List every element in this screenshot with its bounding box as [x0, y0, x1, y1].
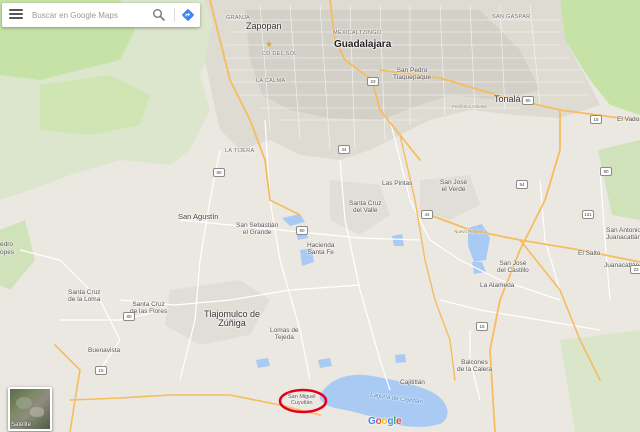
- place-label-guadalajara[interactable]: Guadalajara: [334, 39, 391, 51]
- satellite-thumbnail: [30, 407, 44, 417]
- logo-letter: e: [395, 416, 402, 427]
- search-box: [2, 3, 200, 27]
- route-shield: 131: [582, 210, 594, 219]
- place-label: Santa Cruz de las Flores: [130, 301, 168, 315]
- logo-letter: G: [368, 416, 376, 427]
- place-label: CD DEL SOL: [262, 51, 298, 57]
- place-label: San Sebastián el Grande: [236, 222, 279, 236]
- place-label: El Vado: [617, 116, 640, 123]
- place-label: San José el Verde: [440, 179, 468, 193]
- place-label-tlajomulco: Tlajomulco de Zúñiga: [204, 309, 261, 329]
- place-label: Las Pintas: [382, 180, 413, 187]
- route-shield: 80: [123, 312, 135, 321]
- road-label: Nuevo Periférico: [454, 229, 488, 234]
- menu-icon[interactable]: [9, 9, 23, 21]
- water-body: [395, 354, 406, 363]
- route-shield: 44: [421, 210, 433, 219]
- place-label-partial: edro: [0, 241, 14, 248]
- place-label: Balcones de la Calera: [457, 359, 493, 373]
- place-label: SAN GASPAR: [492, 14, 531, 20]
- place-label: San Antonio Juanacatlán: [606, 227, 640, 241]
- route-shield: 23: [630, 265, 640, 274]
- place-label: Buenavista: [88, 347, 121, 354]
- place-label: El Salto: [578, 250, 601, 257]
- road-label: Periférico Oriente: [452, 104, 488, 109]
- search-input[interactable]: [32, 6, 144, 24]
- place-label-zapopan: Zapopan: [246, 21, 282, 31]
- place-label: LA CALMA: [256, 78, 286, 84]
- route-shield: 80: [296, 226, 308, 235]
- route-shield: 44: [338, 145, 350, 154]
- route-shield: 54: [516, 180, 528, 189]
- place-label: La Alameda: [480, 282, 515, 289]
- place-label-partial: opes: [0, 249, 15, 256]
- divider: [174, 8, 175, 22]
- place-label: San José del Castillo: [497, 260, 529, 274]
- place-label-tonala: Tonalá: [494, 94, 521, 104]
- route-shield: 90: [522, 96, 534, 105]
- google-logo: Google: [368, 416, 402, 427]
- place-label: Hacienda Santa Fe: [307, 242, 335, 256]
- place-label-san-miguel-cuyutlan: San Miguel Cuyutlán: [288, 394, 316, 406]
- route-shield: 15: [476, 322, 488, 331]
- route-shield: 80: [213, 168, 225, 177]
- satellite-toggle-button[interactable]: Satélite: [8, 387, 52, 431]
- satellite-label: Satélite: [11, 422, 32, 428]
- route-shield: 90: [600, 167, 612, 176]
- route-shield: 15: [95, 366, 107, 375]
- place-label: Lomas de Tejeda: [270, 327, 299, 341]
- satellite-thumbnail: [16, 397, 32, 409]
- place-label: San Agustín: [178, 212, 219, 221]
- place-label: LA TIJERA: [225, 148, 255, 154]
- directions-icon[interactable]: [181, 8, 195, 22]
- star-marker-icon[interactable]: ★: [265, 40, 273, 50]
- place-label: Cajititlán: [400, 379, 425, 386]
- search-icon[interactable]: [152, 8, 166, 22]
- route-shield: 23: [367, 77, 379, 86]
- place-label: San Pedro Tlaquepaque: [393, 67, 431, 81]
- route-shield: 15: [590, 115, 602, 124]
- place-label: MEXICALTZINGO: [333, 30, 382, 36]
- place-label: Santa Cruz de la Loma: [68, 289, 101, 303]
- place-label: Santa Cruz del Valle: [349, 200, 382, 214]
